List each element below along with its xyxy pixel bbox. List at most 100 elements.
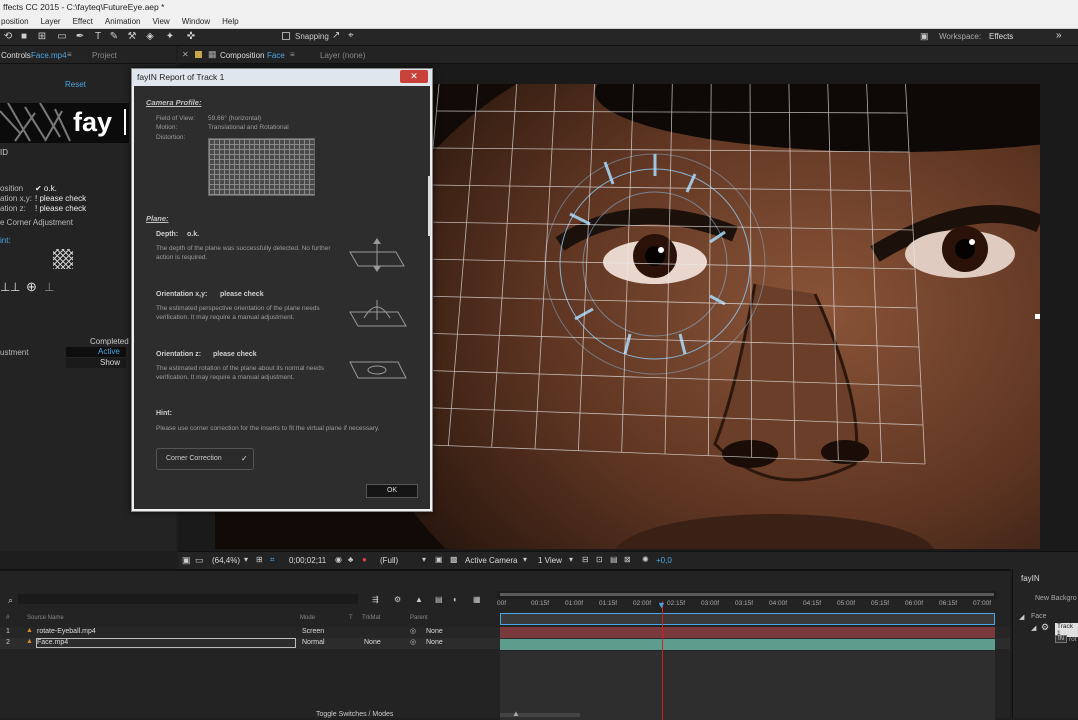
brush-tool-icon[interactable]: ✎	[108, 31, 120, 43]
corner-adjustment-label[interactable]: e Corner Adjustment	[0, 218, 73, 227]
menu-item-2[interactable]: Effect	[73, 17, 93, 28]
clone-tool-icon[interactable]: ⚒	[126, 31, 138, 43]
draft3d-icon[interactable]: ⚙	[394, 595, 401, 604]
new-background-button[interactable]: New Backgro	[1035, 595, 1077, 602]
toggle-switches-modes[interactable]: Toggle Switches / Modes	[316, 711, 393, 718]
exposure-reset-icon[interactable]: ✺	[642, 555, 649, 564]
dialog-scrollbar[interactable]	[428, 176, 431, 236]
comp-menu-icon[interactable]: ≡	[290, 50, 295, 59]
shy-icon[interactable]: ▲	[415, 595, 423, 604]
menu-item-5[interactable]: Window	[182, 17, 210, 28]
zoom-dropdown-icon[interactable]: ▾	[244, 555, 248, 564]
tab-composition[interactable]: Composition	[220, 51, 264, 60]
layer2-bar[interactable]	[500, 639, 995, 650]
layer-parent[interactable]: None	[426, 639, 443, 646]
tree-expand-icon[interactable]: ◢	[1019, 613, 1024, 621]
timeline-empty-area[interactable]	[500, 651, 995, 720]
text-tool-icon[interactable]: T	[92, 31, 104, 43]
channel-icon[interactable]: ●	[362, 555, 367, 564]
current-time[interactable]: 0;00;02;11	[289, 556, 326, 565]
snap-icon[interactable]: ↗	[332, 30, 340, 41]
title-safe-icon[interactable]: ⊞	[256, 555, 263, 564]
axis-disabled-icon[interactable]: ⊥	[44, 280, 54, 294]
fast-preview-icon[interactable]: ⊡	[596, 555, 603, 564]
corner-handle-r[interactable]	[1035, 314, 1040, 319]
active-button[interactable]: Active	[66, 347, 126, 357]
pixel-aspect-icon[interactable]: ⊟	[582, 555, 589, 564]
roi-icon[interactable]: ▣	[435, 555, 443, 564]
resolution-select[interactable]: (Full)	[380, 556, 398, 565]
puppet-tool-icon[interactable]: ✜	[185, 31, 197, 43]
views-dropdown-icon[interactable]: ▾	[569, 555, 573, 564]
layer-mode[interactable]: Normal	[302, 639, 325, 646]
pickwhip-icon[interactable]: ◎	[410, 638, 416, 646]
zoom-select[interactable]: (64,4%)	[212, 556, 240, 565]
menu-item-3[interactable]: Animation	[105, 17, 141, 28]
layer-name[interactable]: rotate-Eyeball.mp4	[37, 628, 96, 635]
motion-blur-icon[interactable]: ◐	[453, 595, 458, 604]
panel-menu-icon[interactable]: ≡	[67, 50, 72, 59]
timeline-icon[interactable]: ▤	[610, 555, 618, 564]
layer-mode[interactable]: Screen	[302, 628, 324, 635]
mask-tool-icon[interactable]: ▭	[56, 31, 68, 43]
tab-effect-controls[interactable]: Controls	[1, 51, 31, 60]
snapshot-icon[interactable]: ◉	[335, 555, 342, 564]
monitor-icon[interactable]: ▭	[195, 555, 204, 566]
dialog-close-button[interactable]: ✕	[400, 70, 428, 83]
flowchart-icon[interactable]: ⊠	[624, 555, 631, 564]
rotate-tool-icon[interactable]: ⟲	[2, 31, 14, 43]
corner-correction-button[interactable]: Corner Correction ✓	[156, 448, 254, 470]
resolution-dropdown-icon[interactable]: ▾	[422, 555, 426, 564]
layer-trkmat[interactable]: None	[364, 639, 381, 646]
zoom-slider-handle-icon[interactable]: ▲	[512, 709, 520, 718]
tree-rot[interactable]: rot	[1069, 636, 1077, 643]
eraser-tool-icon[interactable]: ◈	[144, 31, 156, 43]
menu-item-1[interactable]: Layer	[41, 17, 61, 28]
playhead-line[interactable]	[662, 601, 663, 720]
pan-behind-tool-icon[interactable]: ⊞	[36, 31, 48, 43]
playhead-handle-icon[interactable]: ▼	[657, 600, 666, 610]
menu-item-0[interactable]: position	[1, 17, 29, 28]
camera-tool-icon[interactable]: ■	[18, 31, 30, 43]
layer-name-edit-box[interactable]	[36, 638, 296, 648]
axis-icon[interactable]: ⊥	[0, 280, 10, 294]
work-area-range[interactable]	[500, 593, 994, 596]
show-button[interactable]: Show	[66, 358, 126, 368]
pickwhip-icon[interactable]: ◎	[410, 627, 416, 635]
camera-select[interactable]: Active Camera	[465, 556, 517, 565]
corner-axis-icon[interactable]: ⊥	[10, 280, 20, 294]
expand-icon[interactable]: »	[1056, 30, 1062, 41]
exposure-value[interactable]: +0,0	[656, 556, 672, 565]
frame-blend-icon[interactable]: ▤	[435, 595, 443, 604]
menu-item-6[interactable]: Help	[222, 17, 238, 28]
close-tab-icon[interactable]: ✕	[182, 50, 189, 59]
tab-project[interactable]: Project	[92, 51, 117, 60]
menu-item-4[interactable]: View	[152, 17, 169, 28]
layer1-bar[interactable]	[500, 627, 995, 638]
search-icon[interactable]: ⌕	[8, 595, 13, 606]
view-layout-select[interactable]: 1 View	[538, 556, 562, 565]
target-icon[interactable]: ⊕	[26, 279, 37, 295]
pen-tool-icon[interactable]: ✒	[74, 31, 86, 43]
footage-icon: ▲	[26, 638, 33, 645]
show-snapshot-icon[interactable]: ♣	[348, 555, 353, 564]
mask-visibility-icon[interactable]: ⌗	[270, 555, 275, 565]
time-ruler[interactable]: 00f 00:15f 01:00f 01:15f 02:00f 02:15f 03:00f 0…	[497, 599, 997, 613]
tree-face[interactable]: Face	[1031, 613, 1047, 620]
layer-search-input[interactable]	[18, 594, 358, 604]
workspace-select[interactable]: Effects	[989, 32, 1013, 41]
work-area-bar[interactable]	[497, 591, 997, 599]
always-preview-icon[interactable]: ▣	[182, 555, 191, 566]
reset-link[interactable]: Reset	[65, 80, 86, 89]
comp-flowchart-icon[interactable]: ⇶	[372, 595, 379, 604]
roto-tool-icon[interactable]: ✦	[164, 31, 176, 43]
tree-track-expand-icon[interactable]: ◢	[1031, 624, 1036, 632]
snapping-checkbox[interactable]	[282, 32, 290, 40]
layer-parent[interactable]: None	[426, 628, 443, 635]
tab-layer[interactable]: Layer (none)	[320, 51, 365, 60]
transparency-grid-icon[interactable]: ▩	[450, 555, 458, 564]
camera-dropdown-icon[interactable]: ▾	[523, 555, 527, 564]
snap-target-icon[interactable]: ⌖	[348, 30, 354, 41]
graph-editor-icon[interactable]: ▦	[473, 595, 481, 604]
ok-button[interactable]: OK	[366, 484, 418, 498]
